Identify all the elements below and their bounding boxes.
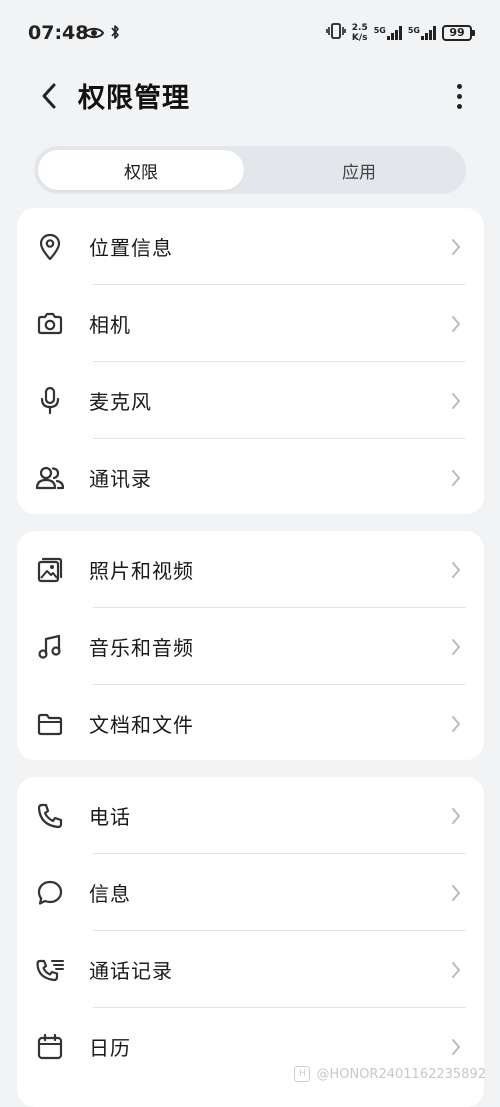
- chevron-right-icon: [452, 808, 460, 824]
- chevron-right-icon: [452, 639, 460, 655]
- permission-item-documents[interactable]: 文档和文件: [17, 685, 484, 760]
- chevron-right-icon: [452, 562, 460, 578]
- more-dot: [456, 93, 462, 99]
- permission-label: 电话: [89, 805, 131, 829]
- eye-icon: [83, 25, 105, 44]
- permission-item-photos[interactable]: 照片和视频: [17, 531, 484, 608]
- permission-label: 通话记录: [89, 959, 173, 983]
- message-icon: [35, 878, 65, 908]
- permission-label: 通讯录: [89, 467, 152, 491]
- watermark-logo-icon: H: [294, 1066, 311, 1082]
- back-arrow-icon: [42, 83, 56, 109]
- signal-sim2: 5G: [408, 26, 436, 40]
- battery-indicator: 99: [442, 25, 475, 41]
- permission-item-messages[interactable]: 信息: [17, 854, 484, 931]
- chevron-right-icon: [452, 885, 460, 901]
- music-icon: [35, 632, 65, 662]
- permission-label: 文档和文件: [89, 713, 194, 737]
- back-button[interactable]: [34, 78, 64, 114]
- permission-label: 日历: [89, 1036, 131, 1060]
- camera-icon: [35, 309, 65, 339]
- app-header: 权限管理: [0, 66, 500, 126]
- permission-label: 位置信息: [89, 236, 173, 260]
- folder-icon: [35, 709, 65, 739]
- more-dot: [456, 103, 462, 109]
- network-speed: 2.5 K/s: [351, 23, 368, 43]
- permission-label: 照片和视频: [89, 559, 194, 583]
- permission-group-1: 位置信息 相机 麦克风 通讯录: [17, 208, 484, 514]
- permission-item-phone[interactable]: 电话: [17, 777, 484, 854]
- status-bar: 07:48 2.5 K/s 5G 5G 99: [0, 0, 500, 66]
- permission-label: 相机: [89, 313, 131, 337]
- status-time: 07:48: [28, 22, 89, 44]
- bluetooth-icon: [110, 24, 120, 44]
- location-icon: [35, 232, 65, 262]
- microphone-icon: [35, 386, 65, 416]
- page-title: 权限管理: [78, 83, 190, 114]
- vibrate-icon: [325, 22, 346, 44]
- contacts-icon: [35, 463, 65, 493]
- permission-label: 信息: [89, 882, 131, 906]
- chevron-right-icon: [452, 239, 460, 255]
- segmented-tabs: 权限 应用: [34, 146, 466, 194]
- permission-group-3: 电话 信息 通话记录 日历: [17, 777, 484, 1107]
- chevron-right-icon: [452, 716, 460, 732]
- more-options-button[interactable]: [446, 76, 472, 116]
- permission-item-call-log[interactable]: 通话记录: [17, 931, 484, 1008]
- chevron-right-icon: [452, 962, 460, 978]
- permission-item-microphone[interactable]: 麦克风: [17, 362, 484, 439]
- signal-sim1: 5G: [374, 26, 402, 40]
- chevron-right-icon: [452, 393, 460, 409]
- permission-item-camera[interactable]: 相机: [17, 285, 484, 362]
- phone-icon: [35, 801, 65, 831]
- permission-label: 音乐和音频: [89, 636, 194, 660]
- watermark: H @HONOR2401162235892: [294, 1066, 486, 1082]
- call-log-icon: [35, 955, 65, 985]
- tab-apps[interactable]: 应用: [256, 150, 462, 190]
- permission-item-music[interactable]: 音乐和音频: [17, 608, 484, 685]
- tab-permissions[interactable]: 权限: [38, 150, 244, 190]
- chevron-right-icon: [452, 470, 460, 486]
- permission-label: 麦克风: [89, 390, 152, 414]
- photos-icon: [35, 555, 65, 585]
- permission-group-2: 照片和视频 音乐和音频 文档和文件: [17, 531, 484, 760]
- permission-item-location[interactable]: 位置信息: [17, 208, 484, 285]
- chevron-right-icon: [452, 316, 460, 332]
- calendar-icon: [35, 1032, 65, 1062]
- permission-item-contacts[interactable]: 通讯录: [17, 439, 484, 514]
- watermark-text: @HONOR2401162235892: [316, 1066, 486, 1082]
- more-dot: [456, 83, 462, 89]
- chevron-right-icon: [452, 1039, 460, 1055]
